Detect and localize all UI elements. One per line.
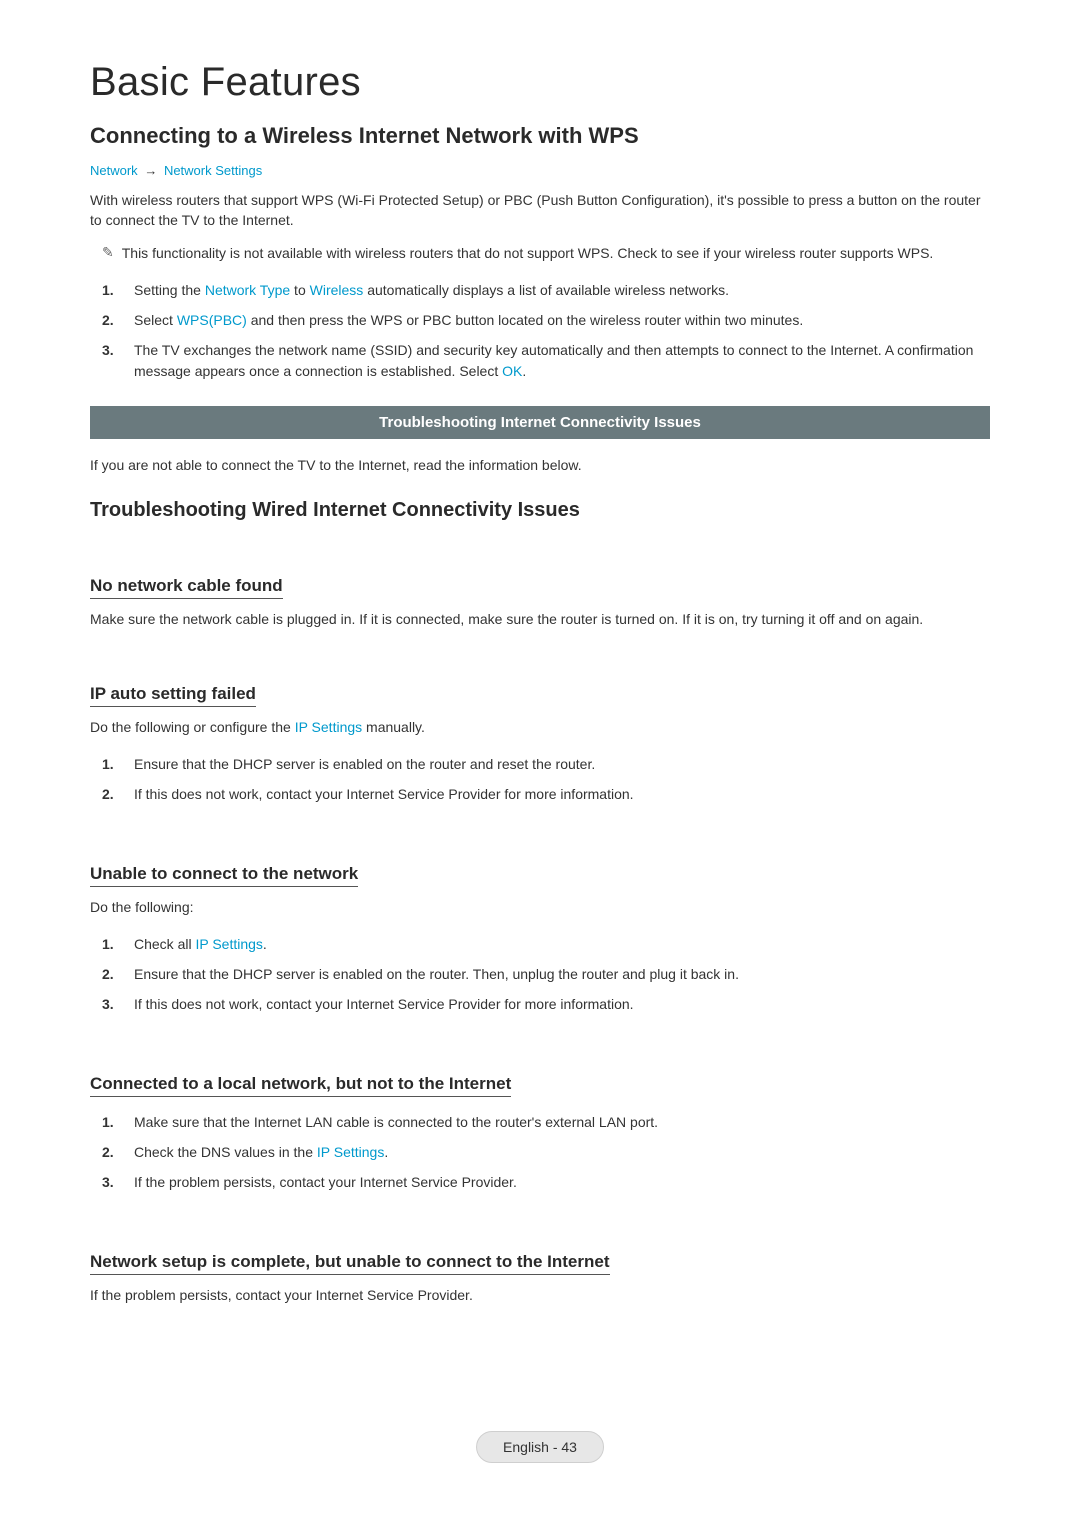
callout-subtext: If you are not able to connect the TV to… [90,455,990,475]
list-text: Ensure that the DHCP server is enabled o… [134,964,739,984]
list-text: Setting the Network Type to Wireless aut… [134,280,729,300]
topic-heading-unable-connect: Unable to connect to the network [90,864,358,887]
list-item: 2. If this does not work, contact your I… [90,779,990,809]
note: ✎ This functionality is not available wi… [90,243,990,263]
list-text: Check all IP Settings. [134,934,267,954]
list-text: Select WPS(PBC) and then press the WPS o… [134,310,803,330]
breadcrumb-separator: → [144,163,157,178]
list-index: 3. [102,1172,120,1192]
topic-heading-local-only: Connected to a local network, but not to… [90,1074,511,1097]
list-text: If this does not work, contact your Inte… [134,994,634,1014]
note-text: This functionality is not available with… [122,243,934,263]
topic-heading-ip-auto: IP auto setting failed [90,684,256,707]
list-index: 2. [102,964,120,984]
list-item: 1. Make sure that the Internet LAN cable… [90,1107,990,1137]
topic-steps: 1. Make sure that the Internet LAN cable… [90,1107,990,1198]
intro-paragraph: With wireless routers that support WPS (… [90,190,990,231]
wps-steps: 1. Setting the Network Type to Wireless … [90,275,990,386]
list-item: 1. Ensure that the DHCP server is enable… [90,749,990,779]
topic-steps: 1. Check all IP Settings. 2. Ensure that… [90,929,990,1020]
list-text: The TV exchanges the network name (SSID)… [134,340,990,381]
topic-heading-setup-complete: Network setup is complete, but unable to… [90,1252,610,1275]
topic-body: If the problem persists, contact your In… [90,1285,990,1305]
note-icon: ✎ [102,243,114,263]
topic-body: Make sure the network cable is plugged i… [90,609,990,629]
page-heading: Connecting to a Wireless Internet Networ… [90,123,990,149]
list-index: 2. [102,310,120,330]
page-footer: English - 43 [476,1431,604,1463]
breadcrumb-item-network-settings: Network Settings [164,163,262,178]
list-item: 2. Select WPS(PBC) and then press the WP… [90,305,990,335]
manual-page: Basic Features Connecting to a Wireless … [0,0,1080,1519]
list-index: 1. [102,280,120,300]
topic-heading-no-cable: No network cable found [90,576,283,599]
link-ip-settings: IP Settings [195,936,262,952]
list-item: 2. Check the DNS values in the IP Settin… [90,1137,990,1167]
list-index: 2. [102,1142,120,1162]
list-text: Ensure that the DHCP server is enabled o… [134,754,595,774]
callout-heading: Troubleshooting Internet Connectivity Is… [90,406,990,439]
list-text: If this does not work, contact your Inte… [134,784,634,804]
list-item: 1. Setting the Network Type to Wireless … [90,275,990,305]
topic-body: Do the following: [90,897,990,917]
list-index: 1. [102,754,120,774]
breadcrumb: Network → Network Settings [90,163,990,178]
list-index: 3. [102,994,120,1014]
subsection-heading: Troubleshooting Wired Internet Connectiv… [90,499,990,522]
topic-body: Do the following or configure the IP Set… [90,717,990,737]
list-item: 3. If the problem persists, contact your… [90,1167,990,1197]
link-ip-settings: IP Settings [295,719,362,735]
list-index: 3. [102,340,120,360]
breadcrumb-item-network: Network [90,163,138,178]
link-ip-settings: IP Settings [317,1144,384,1160]
link-wireless: Wireless [310,282,364,298]
list-item: 3. The TV exchanges the network name (SS… [90,335,990,386]
link-network-type: Network Type [205,282,290,298]
list-index: 2. [102,784,120,804]
list-item: 3. If this does not work, contact your I… [90,989,990,1019]
list-item: 2. Ensure that the DHCP server is enable… [90,959,990,989]
link-wps-pbc: WPS(PBC) [177,312,247,328]
list-index: 1. [102,1112,120,1132]
link-ok: OK [502,363,522,379]
list-text: Check the DNS values in the IP Settings. [134,1142,388,1162]
list-text: Make sure that the Internet LAN cable is… [134,1112,658,1132]
list-item: 1. Check all IP Settings. [90,929,990,959]
list-text: If the problem persists, contact your In… [134,1172,517,1192]
list-index: 1. [102,934,120,954]
section-title: Basic Features [90,60,990,105]
topic-steps: 1. Ensure that the DHCP server is enable… [90,749,990,810]
